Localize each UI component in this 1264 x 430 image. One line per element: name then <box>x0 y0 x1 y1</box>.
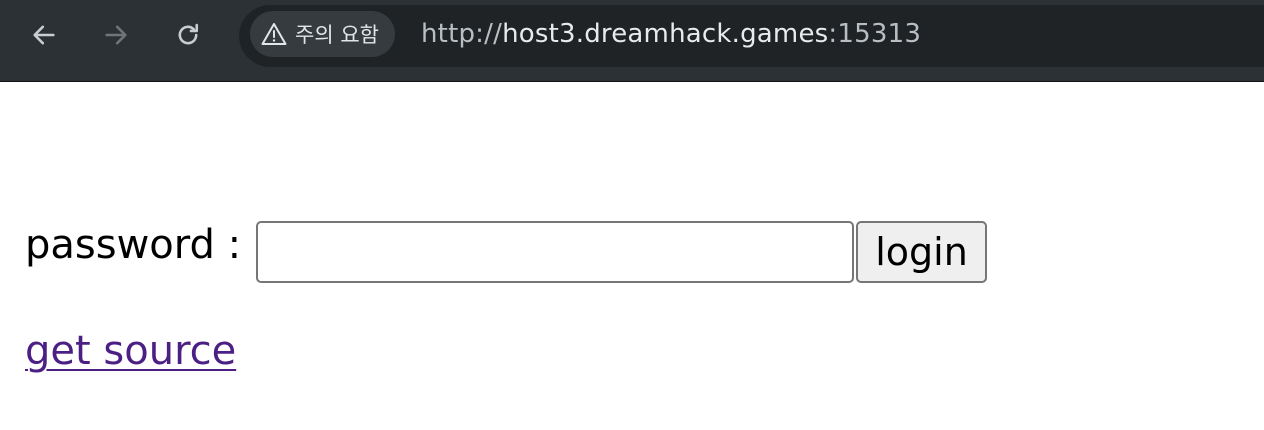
browser-toolbar: 주의 요함 http://host3.dreamhack.games:15313 <box>0 0 1264 82</box>
get-source-link[interactable]: get source <box>25 328 236 374</box>
arrow-right-icon <box>105 25 127 45</box>
warning-triangle-icon <box>261 23 287 45</box>
arrow-left-icon <box>33 25 55 45</box>
security-chip[interactable]: 주의 요함 <box>250 11 395 57</box>
url-port: :15313 <box>828 19 922 49</box>
password-input[interactable] <box>256 221 854 283</box>
address-bar[interactable]: 주의 요함 http://host3.dreamhack.games:15313 <box>239 5 1264 67</box>
forward-button[interactable] <box>97 16 135 54</box>
reload-icon <box>178 23 199 45</box>
password-label: password : <box>25 222 242 268</box>
url-text[interactable]: http://host3.dreamhack.games:15313 <box>421 19 921 49</box>
login-button[interactable]: login <box>856 221 987 283</box>
security-chip-label: 주의 요함 <box>295 23 379 47</box>
url-host: host3.dreamhack.games <box>502 19 829 49</box>
url-scheme: http:// <box>421 19 503 49</box>
back-button[interactable] <box>25 16 63 54</box>
reload-button[interactable] <box>169 16 207 54</box>
page-content: password : login get source <box>0 82 1264 430</box>
